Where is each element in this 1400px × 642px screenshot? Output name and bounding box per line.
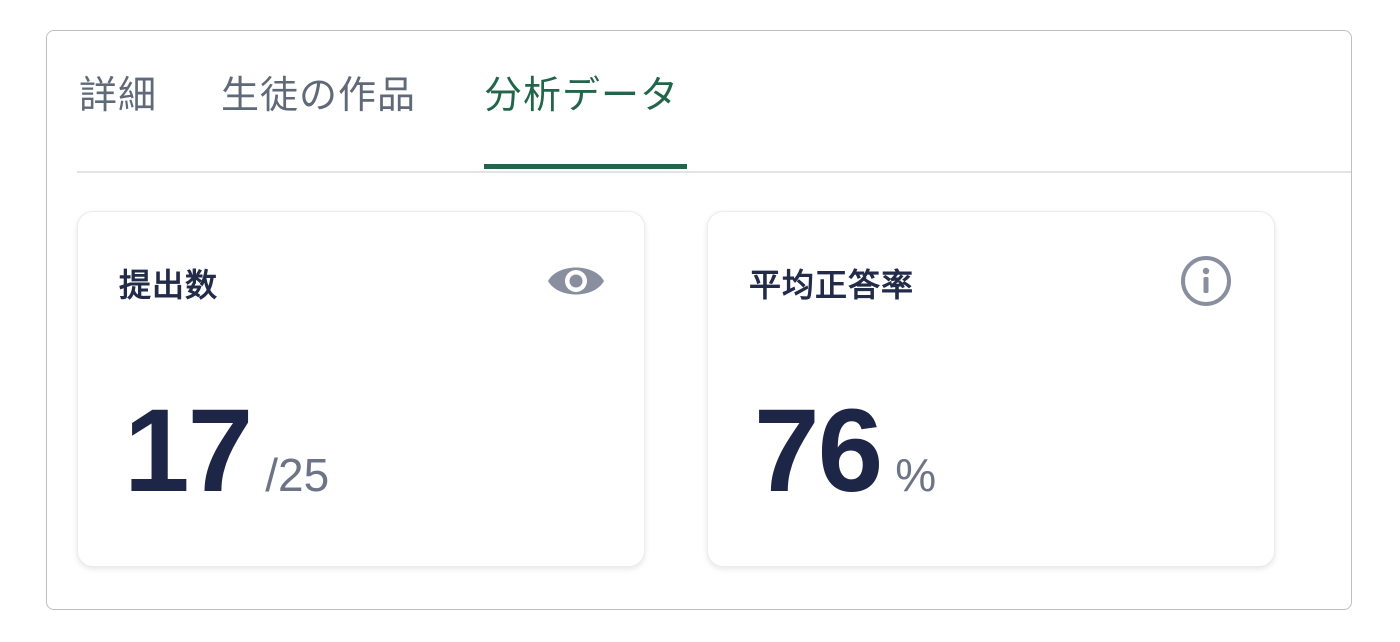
- analysis-panel: 詳細 生徒の作品 分析データ 提出数 17/25 平均正答率 76%: [46, 30, 1352, 610]
- average-accuracy-value: 76: [754, 385, 883, 517]
- active-tab-indicator: [484, 164, 687, 169]
- submissions-value-row: 17/25: [124, 392, 329, 510]
- average-accuracy-card: 平均正答率 76%: [707, 211, 1275, 567]
- submissions-count: 17: [124, 385, 253, 517]
- tab-analysis-data[interactable]: 分析データ: [484, 71, 679, 119]
- average-accuracy-title: 平均正答率: [749, 266, 915, 304]
- tab-student-works[interactable]: 生徒の作品: [221, 71, 416, 119]
- average-accuracy-value-row: 76%: [754, 392, 936, 510]
- info-icon[interactable]: [1176, 254, 1236, 308]
- submissions-total: /25: [265, 449, 330, 501]
- submissions-card: 提出数 17/25: [77, 211, 645, 567]
- tab-bar: 詳細 生徒の作品 分析データ: [77, 31, 1351, 173]
- percent-sign: %: [895, 449, 937, 501]
- tab-details[interactable]: 詳細: [79, 71, 157, 119]
- eye-icon[interactable]: [546, 254, 606, 308]
- submissions-title: 提出数: [119, 266, 219, 304]
